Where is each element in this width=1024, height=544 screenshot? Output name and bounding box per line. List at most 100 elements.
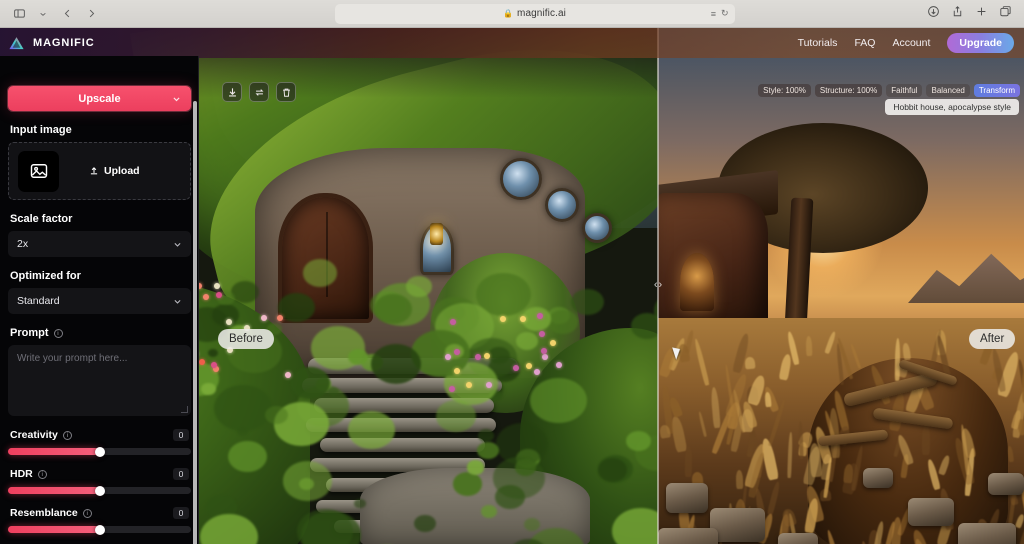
reload-icon[interactable]: ↻ (721, 8, 729, 19)
prompt-label: Prompt i (10, 327, 191, 339)
slider-fill (8, 448, 100, 455)
upscale-label: Upscale (78, 92, 121, 105)
upgrade-button[interactable]: Upgrade (947, 33, 1014, 53)
image-toolbar (222, 82, 296, 102)
prompt-text: Prompt (10, 327, 49, 339)
input-image-label: Input image (10, 124, 191, 136)
nav-account[interactable]: Account (892, 37, 930, 49)
share-icon[interactable] (951, 5, 964, 23)
compare-button[interactable] (249, 82, 269, 102)
info-icon[interactable]: i (82, 508, 92, 518)
chevron-down-icon (173, 96, 180, 101)
slider-creativity: Creativity i 0 (8, 429, 191, 457)
badge-style: Style: 100% (758, 84, 811, 97)
slider-value: 0 (173, 429, 189, 441)
upload-dropzone[interactable]: Upload (8, 142, 191, 200)
delete-button[interactable] (276, 82, 296, 102)
slider-header: Resemblance i 0 (10, 507, 189, 519)
slider-track[interactable] (8, 485, 191, 496)
url-text: magnific.ai (517, 8, 566, 19)
upscale-button[interactable]: Upscale (8, 86, 191, 111)
download-button[interactable] (222, 82, 242, 102)
compare-divider[interactable]: ‹ › (654, 28, 662, 544)
badge-balanced[interactable]: Balanced (926, 84, 970, 97)
prompt-input[interactable]: Write your prompt here... (8, 345, 191, 416)
after-label: After (969, 329, 1016, 349)
slider-value: 0 (173, 507, 189, 519)
trash-icon (282, 88, 290, 97)
chevron-right-icon (89, 9, 94, 18)
download-icon[interactable] (927, 5, 940, 23)
image-caption: Hobbit house, apocalypse style (885, 99, 1019, 115)
brand[interactable]: MAGNIFIC (0, 35, 95, 52)
slider-fill (8, 487, 100, 494)
slider-resemblance: Resemblance i 0 (8, 507, 191, 535)
sidebar-scrollbar[interactable] (193, 101, 197, 544)
nav-tutorials[interactable]: Tutorials (798, 37, 838, 49)
image-placeholder-icon (30, 164, 47, 178)
magnific-triangle-logo (9, 36, 24, 49)
prompt-placeholder: Write your prompt here... (17, 353, 128, 364)
badge-faithful[interactable]: Faithful (886, 84, 923, 97)
slider-label: HDR i (10, 468, 47, 480)
slider-fill (8, 526, 100, 533)
sidebar-toggle-icon[interactable] (8, 4, 30, 24)
forward-button[interactable] (80, 4, 102, 24)
optimized-for-select[interactable]: Standard (8, 288, 191, 314)
slider-name-text: HDR (10, 468, 33, 480)
new-tab-icon[interactable] (975, 5, 988, 23)
badge-structure: Structure: 100% (814, 84, 883, 97)
upload-label: Upload (104, 165, 140, 177)
reader-view-icon[interactable]: ≡ (711, 9, 716, 19)
browser-toolbar: ƒ᭿ ♟ 🔒 magnific.ai ≡ ↻ (0, 0, 1024, 28)
input-image-text: Input image (10, 124, 72, 136)
scale-factor-label: Scale factor (10, 213, 191, 225)
info-icon[interactable]: i (53, 328, 63, 338)
chevron-down-icon (174, 299, 181, 304)
slider-knob[interactable] (94, 446, 105, 457)
optimized-for-text: Optimized for (10, 270, 81, 282)
image-thumbnail (18, 150, 59, 192)
slider-track[interactable] (8, 446, 191, 457)
badge-transform[interactable]: Transform (973, 84, 1020, 97)
chevron-left-icon: ‹ (653, 278, 658, 291)
lock-icon: 🔒 (503, 8, 514, 18)
optimized-for-label: Optimized for (10, 270, 191, 282)
settings-sidebar: Upscale Input image Upload Scale factor … (0, 56, 199, 544)
slider-hdr: HDR i 0 (8, 468, 191, 496)
swap-arrows-icon (255, 88, 263, 96)
info-icon[interactable]: i (37, 469, 47, 479)
download-icon (228, 87, 236, 96)
slider-name-text: Creativity (10, 429, 58, 441)
chevron-down-icon (174, 242, 181, 247)
slider-header: HDR i 0 (10, 468, 189, 480)
brand-name: MAGNIFIC (33, 37, 95, 49)
address-bar[interactable]: 🔒 magnific.ai ≡ ↻ (334, 3, 735, 24)
slider-knob[interactable] (94, 524, 105, 535)
chevron-down-icon[interactable] (32, 4, 54, 24)
chevron-right-icon: › (658, 278, 663, 291)
slider-header: Creativity i 0 (10, 429, 189, 441)
upload-icon (90, 167, 98, 175)
back-button[interactable] (56, 4, 78, 24)
page-viewport: ‹ › Before After Style: 100% Structure: … (0, 28, 1024, 544)
slider-label: Resemblance i (10, 507, 92, 519)
upload-button[interactable]: Upload (89, 165, 140, 177)
slider-knob[interactable] (94, 485, 105, 496)
style-badge-row: Style: 100% Structure: 100% Faithful Bal… (758, 84, 1020, 97)
slider-label: Creativity i (10, 429, 72, 441)
nav-faq[interactable]: FAQ (854, 37, 875, 49)
tab-overview-icon[interactable] (999, 5, 1012, 23)
info-icon[interactable]: i (62, 430, 72, 440)
before-label: Before (218, 329, 274, 349)
slider-value: 0 (173, 468, 189, 480)
scale-factor-select[interactable]: 2x (8, 231, 191, 257)
optimized-for-value: Standard (17, 295, 60, 307)
scale-factor-text: Scale factor (10, 213, 73, 225)
scale-factor-value: 2x (17, 238, 29, 250)
app-header: MAGNIFIC Tutorials FAQ Account Upgrade (0, 28, 1024, 58)
chevron-left-icon (64, 9, 69, 18)
compare-slider-handle[interactable]: ‹ › (648, 268, 668, 302)
top-nav: Tutorials FAQ Account Upgrade (798, 33, 1024, 53)
slider-track[interactable] (8, 524, 191, 535)
